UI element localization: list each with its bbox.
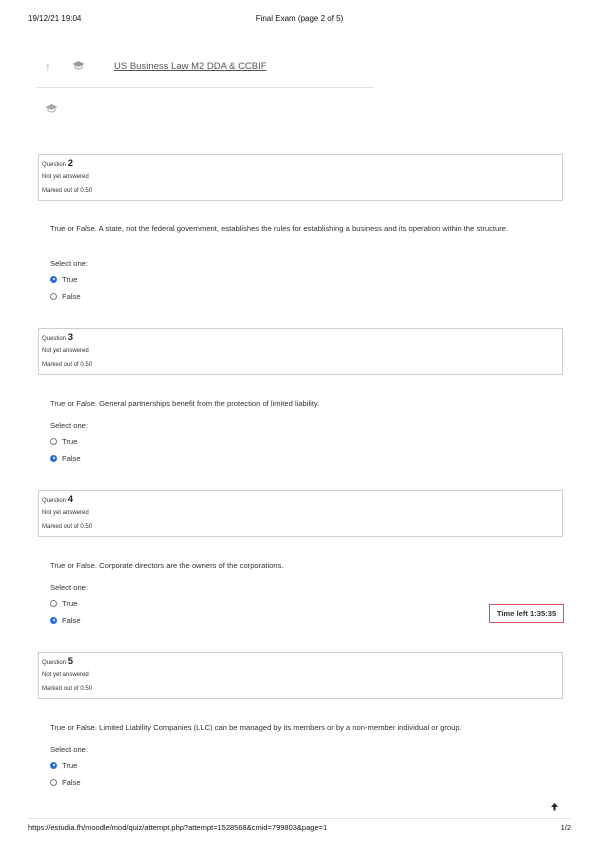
question-state: Not yet answered xyxy=(42,510,89,516)
select-one-label: Select one: xyxy=(50,259,88,268)
option-true[interactable]: True xyxy=(50,759,77,771)
arrow-up-icon[interactable]: ↑ xyxy=(45,60,51,74)
option-label: True xyxy=(62,274,78,284)
print-url: https://estudia.fh/moodle/mod/quiz/attem… xyxy=(28,823,328,832)
option-false[interactable]: False xyxy=(50,452,81,464)
option-label: False xyxy=(62,453,81,463)
option-false[interactable]: False xyxy=(50,776,81,788)
question-info-box: Question 2 Not yet answered Marked out o… xyxy=(38,154,563,201)
question-state: Not yet answered xyxy=(42,348,89,354)
radio-button[interactable] xyxy=(50,454,57,462)
print-header: 19/12/21 19:04 Final Exam (page 2 of 5) xyxy=(28,14,571,26)
radio-button[interactable] xyxy=(50,761,57,769)
option-label: True xyxy=(62,760,78,770)
question-info-box: Question 4 Not yet answered Marked out o… xyxy=(38,490,563,537)
option-label: True xyxy=(62,436,78,446)
question-marks: Marked out of 0.50 xyxy=(42,362,93,368)
radio-button[interactable] xyxy=(50,437,57,445)
question-text: True or False. Limited Liability Compani… xyxy=(50,723,462,732)
question-label: Question xyxy=(42,336,68,342)
option-label: False xyxy=(62,615,81,625)
select-one-label: Select one: xyxy=(50,745,88,754)
radio-button[interactable] xyxy=(50,778,57,786)
question-number: 5 xyxy=(67,656,73,667)
option-label: False xyxy=(62,291,81,301)
question-number: 3 xyxy=(67,332,73,343)
graduation-cap-icon xyxy=(72,60,85,74)
radio-button[interactable] xyxy=(50,599,57,607)
course-nav-bar: ↑ US Business Law M2 DDA & CCBIF xyxy=(36,56,374,88)
print-title: Final Exam (page 2 of 5) xyxy=(255,14,344,23)
question-marks: Marked out of 0.50 xyxy=(42,188,93,194)
option-label: True xyxy=(62,598,78,608)
question-text: True or False. General partnerships bene… xyxy=(50,399,320,408)
question-text: True or False. Corporate directors are t… xyxy=(50,561,284,570)
option-true[interactable]: True xyxy=(50,273,77,285)
time-left-badge: Time left 1:35:35 xyxy=(489,604,564,623)
radio-button[interactable] xyxy=(50,616,57,624)
print-page-number: 1/2 xyxy=(560,823,571,832)
question-number: 2 xyxy=(67,158,73,169)
radio-button[interactable] xyxy=(50,275,57,283)
option-label: False xyxy=(62,777,81,787)
radio-button[interactable] xyxy=(50,292,57,300)
option-true[interactable]: True xyxy=(50,597,77,609)
back-to-top-icon[interactable] xyxy=(544,800,564,818)
option-true[interactable]: True xyxy=(50,435,77,447)
question-label: Question xyxy=(42,498,68,504)
select-one-label: Select one: xyxy=(50,421,88,430)
question-label: Question xyxy=(42,162,68,168)
option-false[interactable]: False xyxy=(50,614,81,626)
question-state: Not yet answered xyxy=(42,672,89,678)
question-info-box: Question 3 Not yet answered Marked out o… xyxy=(38,328,563,375)
question-marks: Marked out of 0.50 xyxy=(42,686,93,692)
question-label: Question xyxy=(42,660,68,666)
question-marks: Marked out of 0.50 xyxy=(42,524,93,530)
question-number: 4 xyxy=(67,494,73,505)
option-false[interactable]: False xyxy=(50,290,81,302)
question-text: True or False. A state, not the federal … xyxy=(50,224,509,233)
question-state: Not yet answered xyxy=(42,174,89,180)
graduation-cap-icon xyxy=(45,103,58,117)
footer-divider xyxy=(28,818,571,819)
question-info-box: Question 5 Not yet answered Marked out o… xyxy=(38,652,563,699)
course-link[interactable]: US Business Law M2 DDA & CCBIF xyxy=(114,61,267,72)
select-one-label: Select one: xyxy=(50,583,88,592)
